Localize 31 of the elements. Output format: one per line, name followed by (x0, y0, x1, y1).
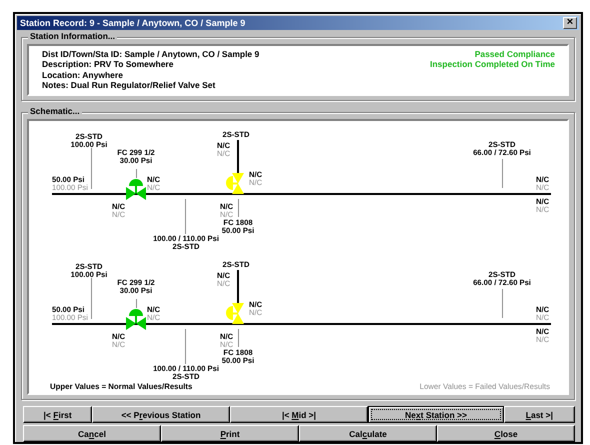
status-text: Inspection Completed On Time (430, 59, 555, 70)
navigation-button[interactable]: |< Mid >| (230, 406, 368, 423)
pipe-line (237, 270, 239, 303)
close-button[interactable]: × (563, 16, 577, 29)
action-button[interactable]: Calculate (299, 425, 437, 442)
pipe-line (237, 140, 239, 173)
navigation-button[interactable]: Next Station >> (368, 406, 504, 423)
group-title: Station Information... (28, 30, 117, 41)
leader-line (91, 278, 92, 319)
action-button[interactable]: Cancel (23, 425, 161, 442)
leader-line (502, 159, 503, 188)
leader-line (185, 329, 186, 364)
leader-line (136, 299, 137, 308)
action-button[interactable]: Print (161, 425, 299, 442)
leader-line (502, 289, 503, 318)
navigation-button[interactable]: Last >| (504, 406, 575, 423)
info-text: Location: Anywhere (42, 70, 123, 80)
action-button[interactable]: Close (437, 425, 575, 442)
navigation-button[interactable]: |< First (23, 406, 92, 423)
leader-line (238, 199, 239, 217)
info-text: Dist ID/Town/Sta ID: Sample / Anytown, CO / Sample 9 (42, 48, 260, 60)
leader-line (185, 199, 186, 234)
navigation-button[interactable]: << Previous Station (92, 406, 230, 423)
info-text: Notes: Dual Run Regulator/Relief Valve Set (42, 80, 216, 91)
leader-line (91, 148, 92, 189)
window-title: Station Record: 9 - Sample / Anytown, CO / Sample 9 (20, 18, 246, 28)
leader-line (238, 329, 239, 347)
info-text: Description: PRV To Somewhere (42, 59, 174, 70)
group-title: Schematic... (28, 106, 82, 116)
leader-line (136, 169, 137, 178)
status-text: Passed Compliance (474, 48, 555, 60)
